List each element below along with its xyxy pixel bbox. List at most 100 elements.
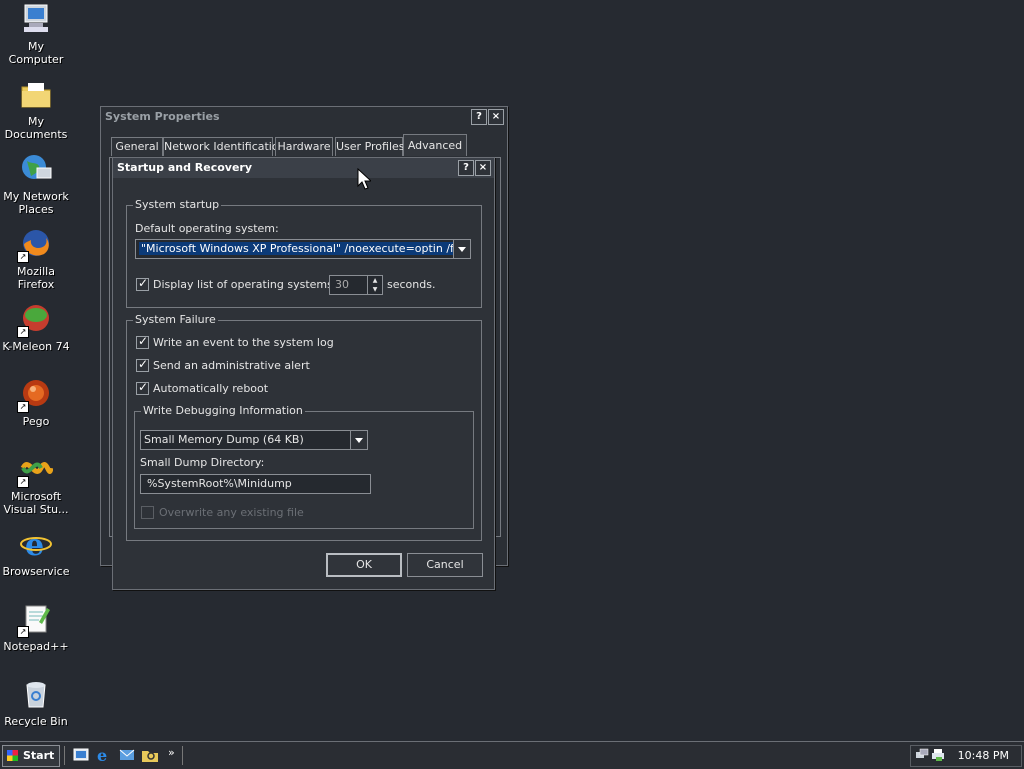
my-documents-icon [19, 77, 53, 111]
tab-network-identification[interactable]: Network Identification [163, 137, 286, 156]
show-desktop-icon[interactable] [72, 746, 90, 764]
tab-hardware[interactable]: Hardware [275, 137, 333, 156]
default-os-value: "Microsoft Windows XP Professional" /noe… [139, 242, 453, 255]
clock[interactable]: 10:48 PM [958, 749, 1009, 762]
shortcut-arrow-icon: ↗ [17, 476, 29, 488]
tab-general[interactable]: General [111, 137, 163, 156]
shortcut-arrow-icon: ↗ [17, 326, 29, 338]
start-button[interactable]: Start [2, 745, 60, 767]
help-button[interactable]: ? [471, 109, 487, 125]
seconds-spinner[interactable]: 30 ▲ ▼ [329, 275, 383, 295]
windows-logo-icon [7, 750, 18, 761]
recycle-bin-icon [19, 677, 53, 711]
quick-launch-more[interactable]: » [168, 746, 175, 759]
default-os-select[interactable]: "Microsoft Windows XP Professional" /noe… [135, 239, 471, 259]
dump-dir-label: Small Dump Directory: [140, 456, 265, 469]
network-tray-icon[interactable] [915, 748, 929, 762]
dialog-title: Startup and Recovery [117, 161, 253, 174]
desktop-icon-label: K-Meleon 74 [2, 340, 70, 353]
desktop-icon-label: Microsoft Visual Stu... [3, 490, 69, 516]
seconds-value: 30 [335, 278, 349, 291]
close-button[interactable]: × [475, 160, 491, 176]
system-tray: 10:48 PM [910, 745, 1022, 767]
cancel-button[interactable]: Cancel [407, 553, 483, 577]
desktop-icon-firefox[interactable]: ↗ Mozilla Firefox [0, 227, 72, 291]
tab-advanced[interactable]: Advanced [403, 134, 467, 156]
search-folder-icon[interactable] [141, 746, 159, 764]
desktop-icon-pego[interactable]: ↗ Pego [0, 377, 72, 428]
desktop-icon-label: Mozilla Firefox [17, 265, 55, 291]
desktop-icon-my-documents[interactable]: My Documents [0, 77, 72, 141]
spin-down-button[interactable]: ▼ [367, 285, 382, 294]
send-alert-label: Send an administrative alert [153, 359, 310, 372]
quick-launch-separator [64, 746, 67, 765]
desktop-icon-my-computer[interactable]: My Computer [0, 2, 72, 66]
chevron-down-icon[interactable] [453, 240, 470, 258]
overwrite-checkbox[interactable] [141, 506, 154, 519]
debugging-info-legend: Write Debugging Information [141, 404, 305, 417]
notepadpp-icon: ↗ [17, 602, 53, 638]
network-places-icon [19, 152, 53, 186]
startup-recovery-titlebar[interactable]: Startup and Recovery ? × [113, 158, 494, 178]
dump-type-select[interactable]: Small Memory Dump (64 KB) [140, 430, 368, 450]
overwrite-label: Overwrite any existing file [159, 506, 304, 519]
send-alert-checkbox[interactable]: ✓ [136, 357, 149, 372]
checkmark-icon: ✓ [138, 380, 149, 394]
auto-reboot-label: Automatically reboot [153, 382, 269, 395]
mouse-cursor-icon [357, 167, 373, 193]
svg-text:e: e [25, 528, 44, 561]
system-failure-legend: System Failure [133, 313, 218, 326]
desktop-icon-label: Recycle Bin [4, 715, 68, 728]
system-properties-titlebar[interactable]: System Properties ? × [101, 107, 507, 127]
shortcut-arrow-icon: ↗ [17, 251, 29, 263]
shortcut-arrow-icon: ↗ [17, 626, 29, 638]
window-title: System Properties [105, 110, 220, 123]
printer-tray-icon[interactable] [931, 748, 945, 762]
visual-studio-icon: ↗ [17, 452, 54, 488]
start-label: Start [23, 749, 55, 762]
task-separator [182, 746, 185, 765]
default-os-label: Default operating system: [135, 222, 279, 235]
desktop-icon-browservice[interactable]: e Browservice [0, 527, 72, 578]
ie-icon: e [19, 527, 53, 563]
desktop-icon-visual-studio[interactable]: ↗ Microsoft Visual Stu... [0, 452, 72, 516]
ok-button[interactable]: OK [326, 553, 402, 577]
desktop-icon-notepadpp[interactable]: ↗ Notepad++ [0, 602, 72, 653]
write-event-checkbox[interactable]: ✓ [136, 334, 149, 349]
auto-reboot-checkbox[interactable]: ✓ [136, 380, 149, 395]
close-button[interactable]: × [488, 109, 504, 125]
taskbar: Start e » 10:48 PM [0, 741, 1024, 769]
checkmark-icon: ✓ [138, 334, 149, 348]
debugging-info-group: Write Debugging Information Small Memory… [134, 404, 474, 529]
spin-up-button[interactable]: ▲ [367, 276, 382, 285]
display-list-label: Display list of operating systems for [153, 278, 352, 291]
dump-dir-value: %SystemRoot%\Minidump [147, 477, 292, 490]
desktop-icon-label: Browservice [2, 565, 70, 578]
desktop-icon-network-places[interactable]: My Network Places [0, 152, 72, 216]
display-list-checkbox[interactable]: ✓ [136, 276, 149, 291]
desktop-icon-label: Notepad++ [3, 640, 69, 653]
desktop-icon-recycle-bin[interactable]: Recycle Bin [0, 677, 72, 728]
seconds-label: seconds. [387, 278, 436, 291]
pego-icon: ↗ [17, 377, 53, 413]
tab-strip: General Network Identification Hardware … [109, 134, 499, 157]
kmeleon-icon: ↗ [17, 302, 53, 338]
dump-type-value: Small Memory Dump (64 KB) [144, 433, 304, 446]
desktop-icon-label: Pego [22, 415, 50, 428]
ie-icon[interactable]: e [95, 746, 113, 765]
write-event-label: Write an event to the system log [153, 336, 334, 349]
svg-text:e: e [97, 746, 107, 764]
desktop-icon-kmeleon[interactable]: ↗ K-Meleon 74 [0, 302, 72, 353]
system-startup-legend: System startup [133, 198, 222, 211]
desktop-icon-label: My Network Places [3, 190, 69, 216]
my-computer-icon [19, 2, 53, 36]
system-startup-group: System startup Default operating system:… [126, 198, 482, 308]
shortcut-arrow-icon: ↗ [17, 401, 29, 413]
dump-dir-input[interactable]: %SystemRoot%\Minidump [140, 474, 371, 494]
help-button[interactable]: ? [458, 160, 474, 176]
startup-recovery-dialog[interactable]: Startup and Recovery ? × System startup … [112, 157, 495, 590]
outlook-icon[interactable] [118, 746, 136, 764]
chevron-down-icon[interactable] [350, 431, 367, 449]
firefox-icon: ↗ [17, 227, 53, 263]
tab-user-profiles[interactable]: User Profiles [335, 137, 405, 156]
